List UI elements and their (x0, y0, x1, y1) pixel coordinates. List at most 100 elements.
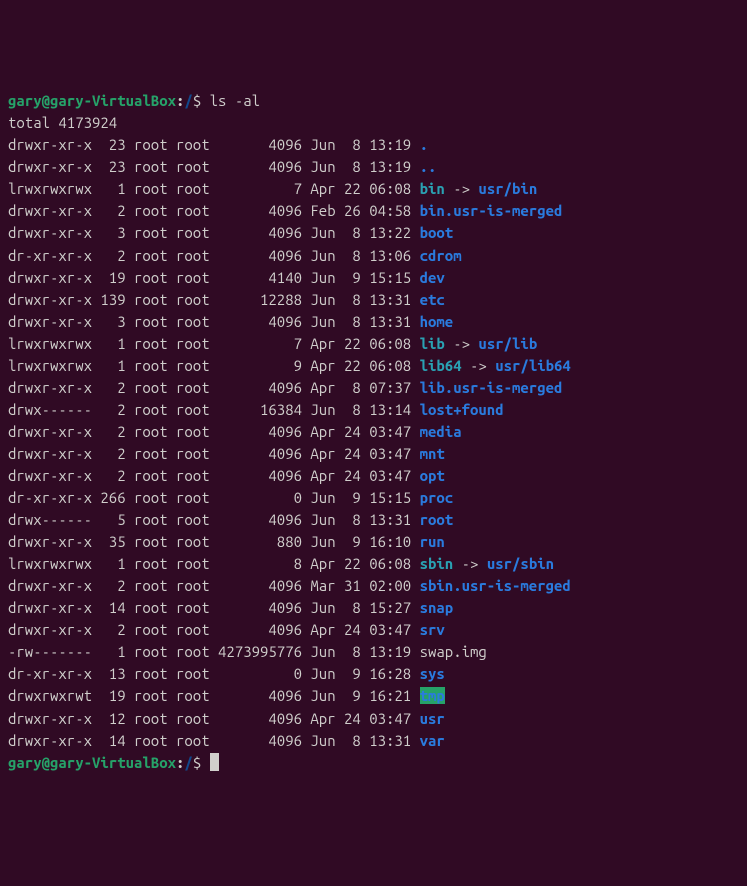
file-meta: lrwxrwxrwx 1 root root 7 Apr 22 06:08 (8, 335, 420, 352)
file-meta: drwxr-xr-x 14 root root 4096 Jun 8 13:31 (8, 732, 420, 749)
file-meta: drwxr-xr-x 23 root root 4096 Jun 8 13:19 (8, 136, 420, 153)
list-item: drwxr-xr-x 19 root root 4140 Jun 9 15:15… (8, 267, 739, 289)
symlink-target: usr/bin (478, 180, 537, 197)
file-name: lost+found (420, 401, 504, 418)
list-item: lrwxrwxrwx 1 root root 7 Apr 22 06:08 li… (8, 333, 739, 355)
symlink-arrow: -> (462, 357, 496, 374)
list-item: drwxrwxrwt 19 root root 4096 Jun 9 16:21… (8, 685, 739, 707)
file-name: home (420, 313, 454, 330)
file-name: bin (420, 180, 445, 197)
file-meta: dr-xr-xr-x 2 root root 4096 Jun 8 13:06 (8, 247, 420, 264)
list-item: drwx------ 5 root root 4096 Jun 8 13:31 … (8, 509, 739, 531)
prompt-user: gary@gary-VirtualBox (8, 754, 176, 771)
file-name: . (420, 136, 428, 153)
list-item: -rw------- 1 root root 4273995776 Jun 8 … (8, 641, 739, 663)
file-name: etc (420, 291, 445, 308)
file-meta: drwxr-xr-x 3 root root 4096 Jun 8 13:22 (8, 224, 420, 241)
list-item: drwxr-xr-x 2 root root 4096 Apr 24 03:47… (8, 421, 739, 443)
file-name: boot (420, 224, 454, 241)
list-item: drwx------ 2 root root 16384 Jun 8 13:14… (8, 399, 739, 421)
file-name: run (420, 533, 445, 550)
symlink-arrow: -> (453, 555, 487, 572)
list-item: drwxr-xr-x 2 root root 4096 Apr 24 03:47… (8, 619, 739, 641)
list-item: lrwxrwxrwx 1 root root 7 Apr 22 06:08 bi… (8, 178, 739, 200)
file-meta: -rw------- 1 root root 4273995776 Jun 8 … (8, 643, 420, 660)
prompt-path: / (184, 754, 192, 771)
file-meta: drwxr-xr-x 2 root root 4096 Apr 24 03:47 (8, 621, 420, 638)
file-meta: drwx------ 2 root root 16384 Jun 8 13:14 (8, 401, 420, 418)
list-item: drwxr-xr-x 2 root root 4096 Apr 24 03:47… (8, 443, 739, 465)
list-item: drwxr-xr-x 2 root root 4096 Mar 31 02:00… (8, 575, 739, 597)
list-item: drwxr-xr-x 12 root root 4096 Apr 24 03:4… (8, 708, 739, 730)
list-item: drwxr-xr-x 14 root root 4096 Jun 8 15:27… (8, 597, 739, 619)
file-name: sys (420, 665, 445, 682)
command-text: ls -al (210, 92, 260, 109)
prompt-path: / (184, 92, 192, 109)
file-name: sbin (420, 555, 454, 572)
list-item: drwxr-xr-x 2 root root 4096 Apr 24 03:47… (8, 465, 739, 487)
symlink-target: usr/lib (478, 335, 537, 352)
file-name: cdrom (420, 247, 462, 264)
prompt-colon: : (176, 754, 184, 771)
file-name: usr (420, 710, 445, 727)
file-name: snap (420, 599, 454, 616)
list-item: drwxr-xr-x 2 root root 4096 Apr 8 07:37 … (8, 377, 739, 399)
file-meta: drwxrwxrwt 19 root root 4096 Jun 9 16:21 (8, 687, 420, 704)
list-item: drwxr-xr-x 14 root root 4096 Jun 8 13:31… (8, 730, 739, 752)
file-name: lib.usr-is-merged (420, 379, 563, 396)
file-name: .. (420, 158, 437, 175)
file-name: mnt (420, 445, 445, 462)
list-item: dr-xr-xr-x 2 root root 4096 Jun 8 13:06 … (8, 245, 739, 267)
file-name: swap.img (420, 643, 487, 660)
file-name: opt (420, 467, 445, 484)
file-name: lib (420, 335, 445, 352)
file-meta: drwxr-xr-x 35 root root 880 Jun 9 16:10 (8, 533, 420, 550)
file-meta: lrwxrwxrwx 1 root root 7 Apr 22 06:08 (8, 180, 420, 197)
file-meta: drwxr-xr-x 2 root root 4096 Apr 24 03:47 (8, 445, 420, 462)
file-meta: lrwxrwxrwx 1 root root 9 Apr 22 06:08 (8, 357, 420, 374)
file-meta: dr-xr-xr-x 266 root root 0 Jun 9 15:15 (8, 489, 420, 506)
file-meta: drwxr-xr-x 2 root root 4096 Mar 31 02:00 (8, 577, 420, 594)
prompt-user: gary@gary-VirtualBox (8, 92, 176, 109)
file-meta: drwxr-xr-x 2 root root 4096 Feb 26 04:58 (8, 202, 420, 219)
file-name: sbin.usr-is-merged (420, 577, 571, 594)
file-name: srv (420, 621, 445, 638)
file-name: proc (420, 489, 454, 506)
symlink-target: usr/lib64 (495, 357, 571, 374)
file-name: media (420, 423, 462, 440)
file-name: lib64 (420, 357, 462, 374)
file-name: tmp (420, 687, 445, 704)
symlink-target: usr/sbin (487, 555, 554, 572)
list-item: drwxr-xr-x 3 root root 4096 Jun 8 13:31 … (8, 311, 739, 333)
cursor-icon (210, 753, 219, 771)
terminal-output[interactable]: gary@gary-VirtualBox:/$ ls -altotal 4173… (8, 90, 739, 773)
file-meta: drwx------ 5 root root 4096 Jun 8 13:31 (8, 511, 420, 528)
file-name: var (420, 732, 445, 749)
list-item: lrwxrwxrwx 1 root root 9 Apr 22 06:08 li… (8, 355, 739, 377)
file-meta: drwxr-xr-x 23 root root 4096 Jun 8 13:19 (8, 158, 420, 175)
list-item: drwxr-xr-x 3 root root 4096 Jun 8 13:22 … (8, 222, 739, 244)
prompt-dollar: $ (193, 754, 201, 771)
prompt-line-2: gary@gary-VirtualBox:/$ (8, 752, 739, 774)
file-meta: drwxr-xr-x 2 root root 4096 Apr 24 03:47 (8, 423, 420, 440)
list-item: drwxr-xr-x 139 root root 12288 Jun 8 13:… (8, 289, 739, 311)
file-meta: lrwxrwxrwx 1 root root 8 Apr 22 06:08 (8, 555, 420, 572)
file-meta: drwxr-xr-x 3 root root 4096 Jun 8 13:31 (8, 313, 420, 330)
file-name: bin.usr-is-merged (420, 202, 563, 219)
file-name: dev (420, 269, 445, 286)
file-meta: drwxr-xr-x 2 root root 4096 Apr 8 07:37 (8, 379, 420, 396)
file-meta: drwxr-xr-x 14 root root 4096 Jun 8 15:27 (8, 599, 420, 616)
list-item: dr-xr-xr-x 13 root root 0 Jun 9 16:28 sy… (8, 663, 739, 685)
list-item: dr-xr-xr-x 266 root root 0 Jun 9 15:15 p… (8, 487, 739, 509)
file-meta: drwxr-xr-x 19 root root 4140 Jun 9 15:15 (8, 269, 420, 286)
list-item: drwxr-xr-x 35 root root 880 Jun 9 16:10 … (8, 531, 739, 553)
file-meta: drwxr-xr-x 139 root root 12288 Jun 8 13:… (8, 291, 420, 308)
file-meta: drwxr-xr-x 12 root root 4096 Apr 24 03:4… (8, 710, 420, 727)
list-item: drwxr-xr-x 2 root root 4096 Feb 26 04:58… (8, 200, 739, 222)
prompt-line-1: gary@gary-VirtualBox:/$ ls -al (8, 90, 739, 112)
file-listing: drwxr-xr-x 23 root root 4096 Jun 8 13:19… (8, 134, 739, 751)
list-item: drwxr-xr-x 23 root root 4096 Jun 8 13:19… (8, 134, 739, 156)
list-item: drwxr-xr-x 23 root root 4096 Jun 8 13:19… (8, 156, 739, 178)
symlink-arrow: -> (445, 335, 479, 352)
file-meta: dr-xr-xr-x 13 root root 0 Jun 9 16:28 (8, 665, 420, 682)
